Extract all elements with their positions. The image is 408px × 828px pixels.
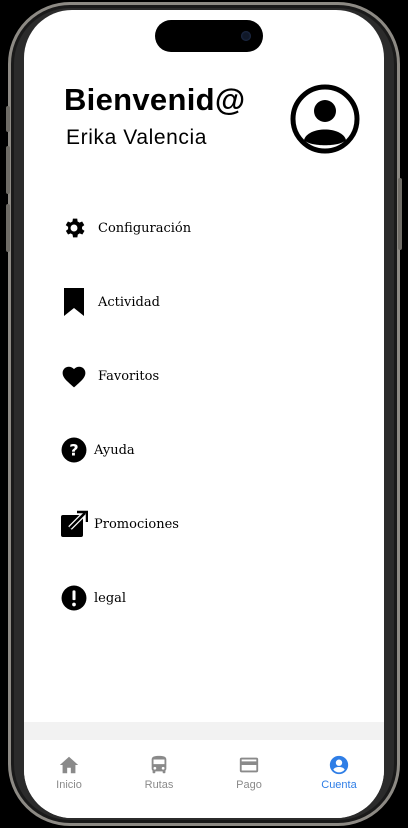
menu-item-ayuda[interactable]: ? Ayuda <box>60 432 350 468</box>
app-screen: Bienvenid@ Erika Valencia Configuración … <box>24 10 384 818</box>
credit-card-icon <box>239 757 259 773</box>
alert-circle-icon <box>60 584 88 612</box>
gear-icon <box>60 214 88 242</box>
menu-item-label: Actividad <box>98 294 160 310</box>
volume-up-button <box>6 146 10 194</box>
menu-item-legal[interactable]: legal <box>60 580 350 616</box>
menu-item-label: legal <box>94 590 127 606</box>
power-button <box>398 178 402 250</box>
menu-item-favoritos[interactable]: Favoritos <box>60 358 350 394</box>
bookmark-icon <box>60 288 88 316</box>
dynamic-island <box>155 20 263 52</box>
home-icon <box>59 756 79 774</box>
tab-cuenta[interactable]: Cuenta <box>294 740 384 818</box>
help-circle-icon: ? <box>60 436 88 464</box>
bus-icon <box>151 755 167 774</box>
volume-down-button <box>6 204 10 252</box>
tab-label: Pago <box>236 779 262 791</box>
tab-inicio[interactable]: Inicio <box>24 740 114 818</box>
svg-text:?: ? <box>69 440 78 459</box>
tab-label: Cuenta <box>321 779 357 791</box>
external-link-icon <box>60 510 88 538</box>
tab-rutas[interactable]: Rutas <box>114 740 204 818</box>
menu-item-actividad[interactable]: Actividad <box>60 284 350 320</box>
tab-pago[interactable]: Pago <box>204 740 294 818</box>
action-button <box>6 106 10 132</box>
greeting-title: Bienvenid@ <box>64 82 246 117</box>
user-circle-icon[interactable] <box>290 84 360 154</box>
menu-item-configuracion[interactable]: Configuración <box>60 210 350 246</box>
camera-icon <box>241 31 251 41</box>
user-name: Erika Valencia <box>66 126 208 149</box>
menu-item-promociones[interactable]: Promociones <box>60 506 350 542</box>
menu-item-label: Ayuda <box>94 442 135 458</box>
heart-icon <box>60 362 88 390</box>
menu-item-label: Favoritos <box>98 368 160 384</box>
menu-item-label: Configuración <box>98 220 192 236</box>
account-circle-icon <box>329 755 349 775</box>
content-footer-band <box>24 722 384 740</box>
bottom-tab-bar: Inicio Rutas Pago Cuenta <box>24 740 384 818</box>
tab-label: Inicio <box>56 779 82 791</box>
tab-label: Rutas <box>144 779 174 791</box>
menu-item-label: Promociones <box>94 516 179 532</box>
